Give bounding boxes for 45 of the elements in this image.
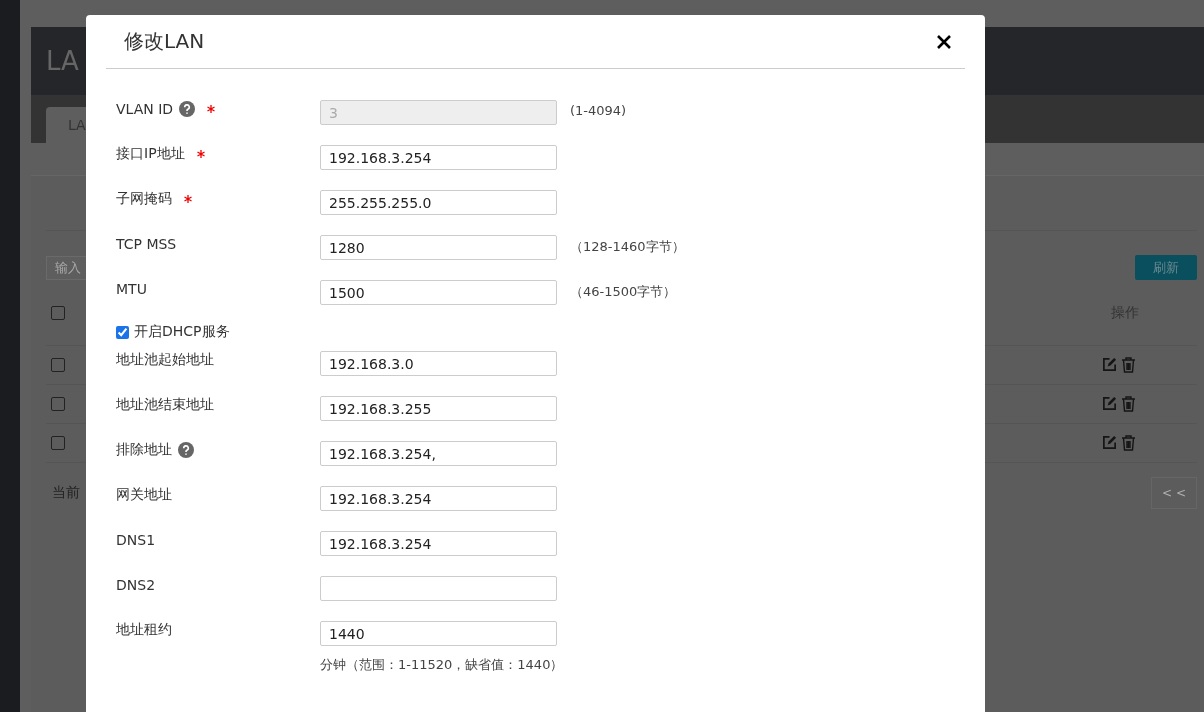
footer-text: 当前: [52, 484, 80, 502]
checkbox-label: 开启DHCP服务: [134, 323, 230, 341]
field-note: 分钟（范围：1-11520，缺省值：1440）: [320, 656, 564, 674]
input-field[interactable]: 1280: [320, 235, 557, 260]
trash-icon[interactable]: [1121, 357, 1136, 373]
checkbox[interactable]: [51, 436, 65, 450]
trash-icon[interactable]: [1121, 435, 1136, 451]
field-label: MTU: [116, 280, 147, 297]
field-label: TCP MSS: [116, 235, 177, 252]
checkbox[interactable]: [51, 305, 65, 320]
checkbox[interactable]: [51, 358, 65, 372]
input-field[interactable]: 1440: [320, 621, 557, 646]
input-field[interactable]: 192.168.3.254: [320, 145, 557, 170]
input-field[interactable]: 192.168.3.254,: [320, 441, 557, 466]
edit-icon[interactable]: [1102, 435, 1117, 450]
dialog-title: 修改LAN: [124, 28, 205, 55]
input-field[interactable]: 192.168.3.254: [320, 531, 557, 556]
input-field[interactable]: 1500: [320, 280, 557, 305]
input-field[interactable]: 255.255.255.0: [320, 190, 557, 215]
field-label: 接口IP地址: [116, 144, 185, 163]
help-icon[interactable]: [178, 441, 194, 458]
dhcp-checkbox[interactable]: [116, 325, 129, 339]
input-field[interactable]: 192.168.3.255: [320, 396, 557, 421]
close-icon: [937, 34, 951, 49]
field-hint: （128-1460字节）: [570, 238, 685, 256]
edit-icon[interactable]: [1102, 357, 1117, 372]
field-label: 网关地址: [116, 485, 172, 504]
field-label: DNS1: [116, 531, 156, 548]
field-hint: （46-1500字节）: [570, 283, 677, 301]
trash-icon[interactable]: [1121, 396, 1136, 412]
input-field[interactable]: [320, 576, 557, 601]
input-field[interactable]: 192.168.3.0: [320, 351, 557, 376]
page-title: LA: [46, 46, 79, 76]
field-label: 地址租约: [116, 620, 172, 639]
field-label: 地址池起始地址: [116, 350, 214, 369]
close-button[interactable]: [937, 34, 951, 49]
field-label: VLAN ID: [116, 100, 174, 117]
field-label: 地址池结束地址: [116, 395, 214, 414]
input-field[interactable]: 192.168.3.254: [320, 486, 557, 511]
checkbox[interactable]: [51, 397, 65, 411]
field-hint: (1-4094): [570, 103, 627, 118]
field-label: 排除地址: [116, 440, 172, 459]
field-label: 子网掩码: [116, 189, 172, 208]
field-label: DNS2: [116, 576, 156, 593]
edit-icon[interactable]: [1102, 396, 1117, 411]
